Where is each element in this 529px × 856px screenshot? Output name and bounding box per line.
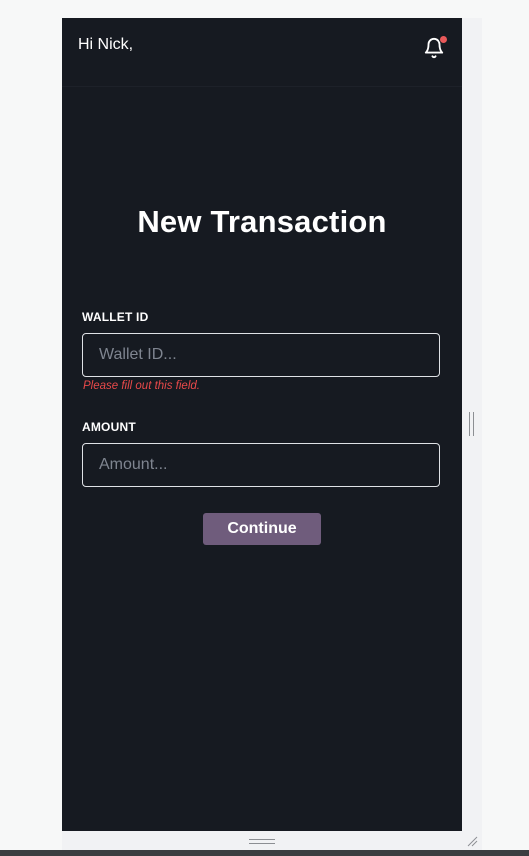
- resize-corner-icon[interactable]: [466, 835, 478, 847]
- top-bar: Hi Nick,: [62, 18, 462, 87]
- app-viewport: Hi Nick, New Transaction WALLET ID Pleas…: [62, 18, 462, 831]
- wallet-id-label: WALLET ID: [82, 310, 149, 324]
- wallet-id-error: Please fill out this field.: [83, 380, 200, 392]
- notifications-button[interactable]: [423, 35, 448, 59]
- continue-button[interactable]: Continue: [203, 513, 321, 545]
- resize-handle-bottom[interactable]: [249, 839, 275, 845]
- bottom-bar: [0, 850, 529, 856]
- amount-input[interactable]: [82, 443, 440, 487]
- amount-label: AMOUNT: [82, 420, 136, 434]
- notification-badge: [439, 35, 448, 44]
- greeting-text: Hi Nick,: [78, 36, 134, 53]
- wallet-id-input[interactable]: [82, 333, 440, 377]
- resize-handle-right[interactable]: [469, 412, 475, 436]
- page-title: New Transaction: [137, 204, 387, 239]
